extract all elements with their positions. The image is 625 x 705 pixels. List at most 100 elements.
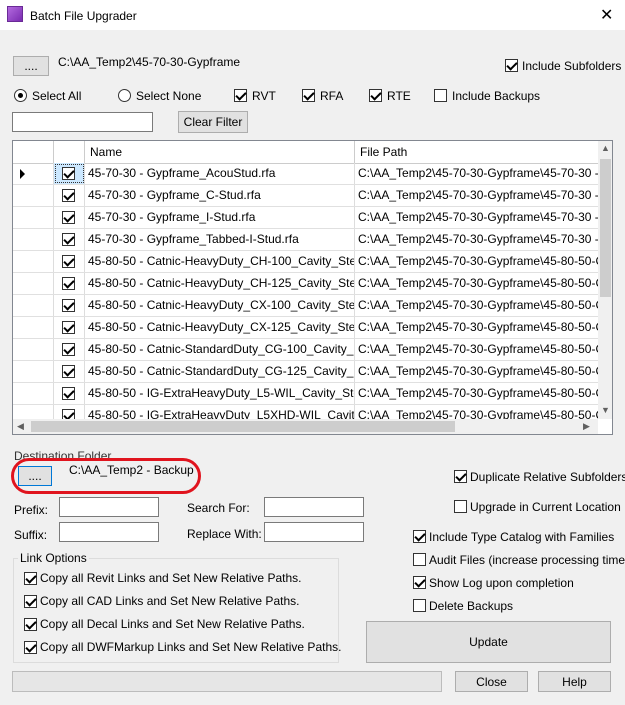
row-header[interactable] [13,251,54,272]
upgrade-in-current-checkbox[interactable] [454,500,467,513]
row-select-cell[interactable] [54,251,85,272]
audit-files-checkbox[interactable] [413,553,426,566]
table-row[interactable]: 45-80-50 - IG-ExtraHeavyDuty_L5-WIL_Cavi… [13,383,598,405]
table-row[interactable]: 45-80-50 - Catnic-HeavyDuty_CX-125_Cavit… [13,317,598,339]
table-row[interactable]: 45-80-50 - Catnic-HeavyDuty_CX-100_Cavit… [13,295,598,317]
scroll-left-icon[interactable]: ◀ [17,421,24,432]
table-row[interactable]: 45-80-50 - Catnic-StandardDuty_CG-100_Ca… [13,339,598,361]
row-checkbox[interactable] [62,343,75,356]
vertical-scrollbar[interactable]: ▲ ▼ [598,141,612,419]
filter-input[interactable] [12,112,153,132]
table-row[interactable]: 45-80-50 - Catnic-StandardDuty_CG-125_Ca… [13,361,598,383]
file-name-cell[interactable]: 45-80-50 - Catnic-HeavyDuty_CX-100_Cavit… [85,295,355,316]
rte-checkbox[interactable] [369,89,382,102]
include-backups-checkbox[interactable] [434,89,447,102]
copy-revit-links-checkbox[interactable] [24,572,37,585]
rfa-checkbox[interactable] [302,89,315,102]
scroll-down-icon[interactable]: ▼ [601,405,610,415]
file-name-cell[interactable]: 45-80-50 - Catnic-HeavyDuty_CH-125_Cavit… [85,273,355,294]
suffix-input[interactable] [59,522,159,542]
file-path-cell[interactable]: C:\AA_Temp2\45-70-30-Gypframe\45-70-30 -… [355,207,598,228]
table-row[interactable]: 45-70-30 - Gypframe_I-Stud.rfa C:\AA_Temp… [13,207,598,229]
row-checkbox[interactable] [62,299,75,312]
file-name-cell[interactable]: 45-80-50 - Catnic-StandardDuty_CG-125_Ca… [85,361,355,382]
vertical-scroll-thumb[interactable] [600,159,611,297]
row-select-cell[interactable] [54,317,85,338]
copy-dwf-links-checkbox[interactable] [24,641,37,654]
file-name-cell[interactable]: 45-80-50 - Catnic-HeavyDuty_CX-125_Cavit… [85,317,355,338]
file-path-cell[interactable]: C:\AA_Temp2\45-70-30-Gypframe\45-80-50-C… [355,383,598,404]
prefix-input[interactable] [59,497,159,517]
row-checkbox[interactable] [62,365,75,378]
file-path-cell[interactable]: C:\AA_Temp2\45-70-30-Gypframe\45-80-50-C… [355,339,598,360]
row-select-cell[interactable] [54,273,85,294]
update-button[interactable]: Update [366,621,611,663]
row-select-cell[interactable] [54,163,85,184]
scroll-right-icon[interactable]: ▶ [583,421,590,432]
help-button[interactable]: Help [538,671,611,692]
check-column-header[interactable] [54,141,85,163]
row-select-cell[interactable] [54,207,85,228]
select-all-radio[interactable] [14,89,27,102]
row-header[interactable] [13,383,54,404]
row-checkbox[interactable] [62,321,75,334]
row-select-cell[interactable] [54,339,85,360]
row-header[interactable] [13,317,54,338]
replace-with-input[interactable] [264,522,364,542]
row-header[interactable] [13,229,54,250]
copy-decal-links-checkbox[interactable] [24,618,37,631]
row-checkbox[interactable] [62,233,75,246]
row-checkbox[interactable] [62,211,75,224]
file-path-cell[interactable]: C:\AA_Temp2\45-70-30-Gypframe\45-80-50-C… [355,295,598,316]
table-row[interactable]: 45-70-30 - Gypframe_Tabbed-I-Stud.rfa C:\… [13,229,598,251]
select-none-radio[interactable] [118,89,131,102]
duplicate-subfolders-checkbox[interactable] [454,470,467,483]
row-header[interactable] [13,207,54,228]
include-type-catalog-checkbox[interactable] [413,530,426,543]
show-log-checkbox[interactable] [413,576,426,589]
table-row[interactable]: 45-80-50 - Catnic-HeavyDuty_CH-125_Cavit… [13,273,598,295]
delete-backups-checkbox[interactable] [413,599,426,612]
horizontal-scrollbar[interactable]: ◀ ▶ [13,419,598,434]
file-grid[interactable]: Name File Path 45-70-30 - Gypframe_AcouS… [12,140,613,435]
copy-cad-links-checkbox[interactable] [24,595,37,608]
file-path-cell[interactable]: C:\AA_Temp2\45-70-30-Gypframe\45-70-30 -… [355,229,598,250]
row-header[interactable] [13,185,54,206]
row-select-cell[interactable] [54,295,85,316]
file-path-cell[interactable]: C:\AA_Temp2\45-70-30-Gypframe\45-80-50-C… [355,251,598,272]
rvt-checkbox[interactable] [234,89,247,102]
row-header[interactable] [13,295,54,316]
include-subfolders-checkbox[interactable] [505,59,518,72]
browse-source-button[interactable]: .... [13,56,49,76]
row-select-cell[interactable] [54,229,85,250]
file-path-cell[interactable]: C:\AA_Temp2\45-70-30-Gypframe\45-70-30 -… [355,163,598,184]
path-column-header[interactable]: File Path [355,141,598,163]
table-row[interactable]: 45-80-50 - Catnic-HeavyDuty_CH-100_Cavit… [13,251,598,273]
file-name-cell[interactable]: 45-70-30 - Gypframe_AcouStud.rfa [85,163,355,184]
row-header[interactable] [13,339,54,360]
file-path-cell[interactable]: C:\AA_Temp2\45-70-30-Gypframe\45-80-50-C… [355,273,598,294]
file-path-cell[interactable]: C:\AA_Temp2\45-70-30-Gypframe\45-80-50-C… [355,361,598,382]
file-path-cell[interactable]: C:\AA_Temp2\45-70-30-Gypframe\45-80-50-C… [355,317,598,338]
table-row[interactable]: 45-70-30 - Gypframe_C-Stud.rfa C:\AA_Temp… [13,185,598,207]
row-checkbox[interactable] [62,189,75,202]
row-select-cell[interactable] [54,185,85,206]
row-select-cell[interactable] [54,361,85,382]
file-name-cell[interactable]: 45-80-50 - Catnic-StandardDuty_CG-100_Ca… [85,339,355,360]
scroll-up-icon[interactable]: ▲ [601,143,610,153]
file-name-cell[interactable]: 45-70-30 - Gypframe_I-Stud.rfa [85,207,355,228]
close-window-icon[interactable]: ✕ [600,5,613,25]
file-name-cell[interactable]: 45-80-50 - Catnic-HeavyDuty_CH-100_Cavit… [85,251,355,272]
row-checkbox[interactable] [62,387,75,400]
file-path-cell[interactable]: C:\AA_Temp2\45-70-30-Gypframe\45-70-30 -… [355,185,598,206]
search-for-input[interactable] [264,497,364,517]
horizontal-scroll-thumb[interactable] [31,421,455,432]
row-header[interactable] [13,273,54,294]
file-name-cell[interactable]: 45-80-50 - IG-ExtraHeavyDuty_L5-WIL_Cavi… [85,383,355,404]
clear-filter-button[interactable]: Clear Filter [178,111,248,133]
row-header[interactable] [13,361,54,382]
file-name-cell[interactable]: 45-70-30 - Gypframe_C-Stud.rfa [85,185,355,206]
table-row[interactable]: 45-70-30 - Gypframe_AcouStud.rfa C:\AA_Te… [13,163,598,185]
row-header[interactable] [13,163,54,184]
row-select-cell[interactable] [54,383,85,404]
